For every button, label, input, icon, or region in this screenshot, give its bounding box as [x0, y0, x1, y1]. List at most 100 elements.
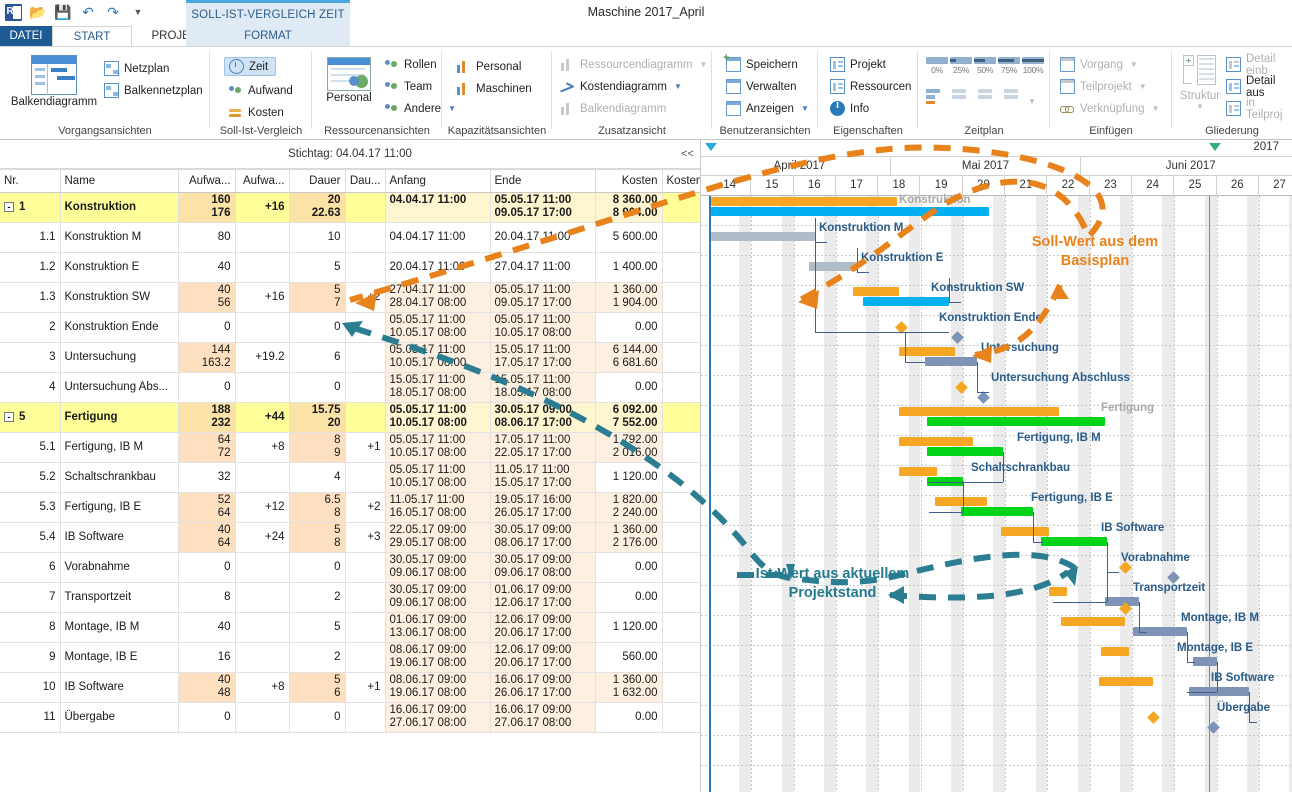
table-row[interactable]: 2 Konstruktion Ende 0 0 05.05.17 11:00 10.05.…	[0, 312, 759, 343]
tab-datei[interactable]: DATEI	[0, 26, 52, 47]
row-expander-icon[interactable]: -	[4, 201, 14, 212]
table-row[interactable]: 8 Montage, IB M 40 5 01.06.17 09:00 13.06.17 …	[0, 612, 759, 643]
progress-25-button[interactable]: 25%	[950, 57, 972, 75]
gantt-bar-gray[interactable]	[711, 232, 815, 241]
kosten-button[interactable]: Kosten	[228, 103, 284, 122]
level-3-icon[interactable]	[1004, 89, 1026, 105]
chevron-down-icon[interactable]: ▼	[1139, 82, 1147, 91]
chevron-down-icon[interactable]: ▼	[700, 60, 708, 69]
col-nr[interactable]: Nr.	[0, 170, 61, 193]
gantt-bar-slate[interactable]	[925, 357, 977, 366]
team-button[interactable]: Team	[384, 77, 432, 96]
personal-button[interactable]: Personal	[316, 57, 382, 104]
gantt-bar-orange[interactable]	[899, 407, 1059, 416]
chevron-down-icon[interactable]: ▼	[1176, 102, 1224, 111]
in-teilprojekt-button[interactable]: in Teilproj	[1226, 97, 1292, 121]
chevron-down-icon[interactable]: ▼	[801, 104, 809, 113]
vorgang-button[interactable]: Vorgang ▼	[1060, 55, 1138, 74]
col-aufwand-delta[interactable]: Aufwa...	[235, 170, 290, 193]
col-ende[interactable]: Ende	[490, 170, 596, 193]
table-row[interactable]: 1.3 Konstruktion SW 40 56 +16 5 7 +2 27.04.17 11…	[0, 282, 759, 313]
balkennetzplan-button[interactable]: Balkennetzplan	[104, 81, 203, 100]
col-aufwand[interactable]: Aufwa...	[178, 170, 236, 193]
verwalten-button[interactable]: Verwalten	[726, 77, 797, 96]
table-row[interactable]: 11 Übergabe 0 0 16.06.17 09:00 27.06.17 08:00…	[0, 702, 759, 733]
verknuepfung-button[interactable]: Verknüpfung ▼	[1060, 99, 1160, 118]
gantt-bar-gray[interactable]	[809, 262, 857, 271]
kostendiagramm-button[interactable]: Kostendiagramm ▼	[560, 77, 682, 96]
tab-format[interactable]: FORMAT	[186, 26, 350, 47]
struktur-button[interactable]: Struktur ▼	[1176, 55, 1224, 111]
gantt-body[interactable]: Konstruktion Konstruktion M Konstruktion E…	[701, 194, 1292, 792]
progress-100-button[interactable]: 100%	[1022, 57, 1044, 75]
table-row[interactable]: 1.1 Konstruktion M 80 10 04.04.17 11:00 20.04…	[0, 222, 759, 253]
gantt-bar-green[interactable]	[1041, 537, 1107, 546]
table-row[interactable]: -5 Fertigung 188 232 +44 15.75 20 05.05.17 11:0…	[0, 402, 759, 433]
tab-start[interactable]: START	[52, 26, 132, 47]
row-expander-icon[interactable]: -	[4, 411, 14, 422]
gantt-bar-orange[interactable]	[1101, 647, 1129, 656]
gantt-bar-orange[interactable]	[853, 287, 899, 296]
gantt-bar-orange[interactable]	[1061, 617, 1125, 626]
gantt-bar-green[interactable]	[927, 417, 1105, 426]
gantt-bar-green[interactable]	[927, 447, 1003, 456]
gantt-chart[interactable]: 2017 April 2017 Mai 2017 Juni 2017 14 15 16 1…	[700, 140, 1292, 792]
gantt-bar-slate[interactable]	[1193, 657, 1217, 666]
gantt-bar-cyan[interactable]	[711, 207, 989, 216]
balkendiagramm-zusatz-button[interactable]: Balkendiagramm	[560, 99, 666, 118]
table-row[interactable]: 5.4 IB Software 40 64 +24 5 8 +3 22.05.17 09:00 2…	[0, 522, 759, 553]
gantt-milestone[interactable]	[977, 391, 990, 404]
detail-ausblenden-button[interactable]: Detail aus	[1226, 75, 1292, 99]
col-dauer-delta[interactable]: Dau...	[345, 170, 386, 193]
table-row[interactable]: 5.1 Fertigung, IB M 64 72 +8 8 9 +1 05.05.17 11:…	[0, 432, 759, 463]
aufwand-button[interactable]: Aufwand	[228, 81, 293, 100]
gantt-bar-cyan[interactable]	[863, 297, 949, 306]
col-dauer[interactable]: Dauer	[289, 170, 346, 193]
table-row[interactable]: 5.2 Schaltschrankbau 32 4 05.05.17 11:00 10.0…	[0, 462, 759, 493]
level-2-icon[interactable]	[978, 89, 1000, 105]
ressourcendiagramm-button[interactable]: Ressourcendiagramm ▼	[560, 55, 707, 74]
table-row[interactable]: 1.2 Konstruktion E 40 5 20.04.17 11:00 27.04.…	[0, 252, 759, 283]
gantt-bar-orange[interactable]	[1099, 677, 1153, 686]
detail-einblenden-button[interactable]: Detail einb	[1226, 53, 1292, 77]
ressourcen-button[interactable]: Ressourcen	[830, 77, 911, 96]
progress-0-button[interactable]: 0%	[926, 57, 948, 75]
teilprojekt-button[interactable]: Teilprojekt ▼	[1060, 77, 1147, 96]
zeit-button[interactable]: Zeit	[224, 57, 277, 76]
maschinen-button[interactable]: Maschinen	[456, 79, 532, 98]
chevron-down-icon[interactable]: ▼	[674, 82, 682, 91]
info-button[interactable]: Info	[830, 99, 869, 118]
gantt-bar-orange[interactable]	[899, 437, 973, 446]
table-row[interactable]: 10 IB Software 40 48 +8 5 6 +1 08.06.17 09:00 19.…	[0, 672, 759, 703]
gantt-bar-orange[interactable]	[711, 197, 897, 206]
table-row[interactable]: 5.3 Fertigung, IB E 52 64 +12 6.5 8 +2 11.05.17 …	[0, 492, 759, 523]
collapse-pane-button[interactable]: <<	[675, 140, 700, 169]
chevron-down-icon[interactable]: ▼	[1130, 60, 1138, 69]
gantt-bar-orange[interactable]	[899, 347, 955, 356]
table-row[interactable]: 3 Untersuchung 144 163.2 +19.2 6 05.05.17 11:0…	[0, 342, 759, 373]
gantt-bar-green[interactable]	[961, 507, 1033, 516]
gantt-bar-orange[interactable]	[1049, 587, 1067, 596]
progress-75-button[interactable]: 75%	[998, 57, 1020, 75]
col-kosten[interactable]: Kosten	[595, 170, 663, 193]
netzplan-button[interactable]: Netzplan	[104, 59, 169, 78]
gantt-bar-orange[interactable]	[935, 497, 987, 506]
gantt-milestone[interactable]	[1147, 711, 1160, 724]
gantt-bar-orange[interactable]	[899, 467, 937, 476]
chevron-down-icon[interactable]: ▼	[1152, 104, 1160, 113]
balkendiagramm-button[interactable]: Balkendiagramm	[8, 55, 100, 108]
table-row[interactable]: -1 Konstruktion 160 176 +16 20 22.63 04.04.17 1…	[0, 192, 759, 223]
table-row[interactable]: 7 Transportzeit 8 2 30.05.17 09:00 09.06.17 0…	[0, 582, 759, 613]
col-anfang[interactable]: Anfang	[385, 170, 491, 193]
anzeigen-button[interactable]: Anzeigen ▼	[726, 99, 809, 118]
chevron-down-icon[interactable]: ▼	[1028, 97, 1036, 106]
gantt-bar-orange[interactable]	[1001, 527, 1049, 536]
table-row[interactable]: 9 Montage, IB E 16 2 08.06.17 09:00 19.06.17 …	[0, 642, 759, 673]
speichern-button[interactable]: Speichern	[723, 52, 798, 74]
projekt-button[interactable]: Projekt	[830, 55, 886, 74]
table-row[interactable]: 6 Vorabnahme 0 0 30.05.17 09:00 09.06.17 08:0…	[0, 552, 759, 583]
table-row[interactable]: 4 Untersuchung Abs... 0 0 15.05.17 11:00 18.0…	[0, 372, 759, 403]
schedule-forward-icon[interactable]	[926, 89, 948, 105]
personal-capacity-button[interactable]: Personal	[456, 57, 521, 76]
progress-50-button[interactable]: 50%	[974, 57, 996, 75]
